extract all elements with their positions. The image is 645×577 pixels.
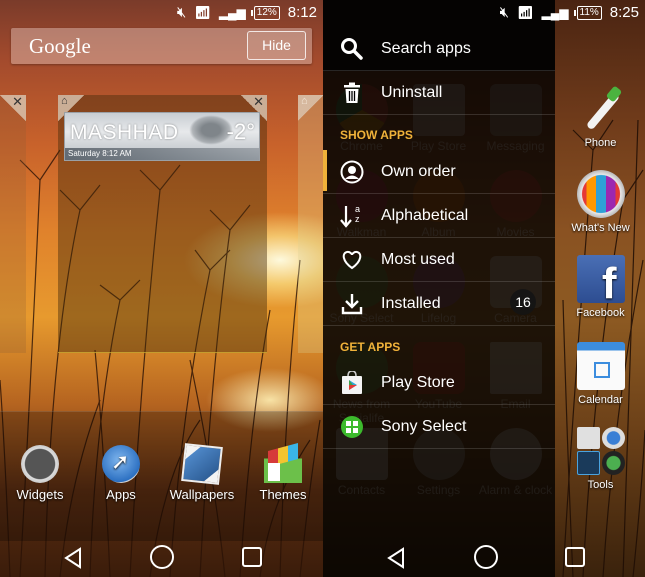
svg-text:z: z [355, 214, 360, 224]
sync-icon [601, 427, 625, 449]
uninstall-button[interactable]: Uninstall [323, 71, 555, 115]
play-store-icon [323, 370, 381, 395]
search-apps-button[interactable]: Search apps [323, 27, 555, 71]
home-icon: ⌂ [301, 95, 308, 107]
menu-label: Installed [381, 294, 441, 312]
wifi-icon: 📶︎ [517, 4, 534, 20]
home-icon: ⌂ [61, 95, 68, 107]
dock-label: Apps [106, 487, 136, 502]
recent-apps-button[interactable] [242, 547, 262, 567]
svg-text:a: a [355, 204, 360, 214]
phone-icon [577, 85, 625, 133]
weather-date: Saturday 8:12 AM [65, 148, 259, 160]
tools-folder[interactable]: Tools [556, 427, 645, 491]
back-button[interactable] [385, 547, 415, 577]
search-icon [323, 37, 381, 61]
play-store-option[interactable]: Play Store [323, 361, 555, 405]
trash-icon [323, 82, 381, 104]
google-search-bar[interactable]: Google Hide [11, 28, 312, 64]
recent-apps-button[interactable] [565, 547, 585, 567]
show-apps-header: SHOW APPS [340, 128, 413, 142]
alphabetical-option[interactable]: az Alphabetical [323, 194, 555, 238]
navigation-bar [0, 537, 323, 577]
google-logo: Google [29, 34, 91, 58]
download-icon [323, 292, 381, 316]
apps-icon [102, 445, 140, 483]
weather-temperature: -2° [226, 119, 255, 144]
calendar-shortcut[interactable]: Calendar [556, 342, 645, 406]
home-button[interactable] [150, 545, 174, 569]
status-bar: 🔇︎ 📶︎ ▂▄▆ 11% 8:25 [323, 0, 645, 26]
dock-label: Themes [259, 487, 307, 502]
most-used-option[interactable]: Most used [323, 238, 555, 282]
qr-icon [576, 451, 600, 475]
shortcut-label: Tools [587, 479, 614, 491]
dock-label: Wallpapers [169, 487, 235, 502]
set-home-pane-button[interactable]: ⌂ [298, 95, 323, 121]
shortcut-label: What's New [571, 222, 630, 234]
get-apps-header: GET APPS [340, 340, 401, 354]
widgets-button[interactable]: Widgets [0, 445, 80, 502]
apps-button[interactable]: Apps [81, 445, 161, 502]
home-pane-left[interactable]: ✕ [0, 94, 26, 353]
clock: 8:25 [609, 4, 639, 21]
facebook-icon: f [576, 255, 625, 303]
wallpapers-button[interactable]: Wallpapers [162, 443, 242, 502]
menu-label: Uninstall [381, 83, 443, 101]
close-icon: ✕ [253, 94, 264, 109]
own-order-option[interactable]: Own order [323, 150, 555, 194]
battery-indicator: 11% [573, 5, 602, 20]
mute-icon: 🔇︎ [499, 4, 510, 21]
menu-label: Sony Select [381, 417, 467, 435]
facebook-shortcut[interactable]: f Facebook [556, 255, 645, 319]
hide-button[interactable]: Hide [247, 31, 306, 60]
menu-label: Most used [381, 250, 455, 268]
status-bar: 🔇︎ 📶︎ ▂▄▆ 12% 8:12 [0, 0, 323, 26]
close-pane-button[interactable]: ✕ [0, 94, 26, 121]
back-icon [64, 547, 81, 569]
shortcut-label: Calendar [578, 394, 623, 406]
sony-select-option[interactable]: Sony Select [323, 405, 555, 449]
edit-mode-dock: Widgets Apps Wallpapers Themes [0, 411, 323, 541]
mute-icon: 🔇︎ [176, 4, 187, 21]
home-screen-edit-mode: 🔇︎ 📶︎ ▂▄▆ 12% 8:12 Google Hide ✕ ⌂ ✕ ⌂ M… [0, 0, 323, 577]
app-drawer-screen: Chrome Play Store Messaging Walkman Albu… [323, 0, 645, 577]
battery-indicator: 12% [250, 5, 280, 20]
whats-new-shortcut[interactable]: What's New [556, 170, 645, 234]
calendar-icon [576, 342, 625, 390]
tools-folder-icon [576, 427, 625, 475]
whats-new-icon [576, 170, 625, 218]
home-button[interactable] [474, 545, 498, 569]
calculator-icon [576, 427, 600, 449]
shortcut-label: Phone [584, 137, 617, 149]
menu-label: Own order [381, 162, 456, 180]
navigation-bar [323, 537, 645, 577]
camera-notification-badge: 16 [510, 289, 536, 315]
wifi-icon: 📶︎ [194, 4, 211, 20]
back-icon [387, 547, 404, 569]
download-manager-icon [601, 451, 625, 475]
close-icon: ✕ [12, 94, 23, 109]
widgets-icon [21, 445, 59, 483]
weather-city: MASHHAD [70, 121, 179, 144]
shortcut-label: Facebook [576, 307, 625, 319]
themes-button[interactable]: Themes [243, 445, 323, 502]
phone-shortcut[interactable]: Phone [556, 85, 645, 149]
home-pane-right[interactable]: ⌂ [298, 95, 323, 353]
dock-label: Widgets [16, 487, 64, 502]
back-button[interactable] [62, 547, 92, 577]
wallpapers-icon [181, 443, 223, 485]
weather-widget[interactable]: MASHHAD -2° Saturday 8:12 AM [64, 112, 260, 161]
signal-icon: ▂▄▆ [218, 5, 246, 20]
menu-label: Play Store [381, 373, 455, 391]
sony-select-icon [323, 415, 381, 439]
person-icon [323, 160, 381, 184]
menu-label: Alphabetical [381, 206, 469, 224]
clock: 8:12 [287, 4, 317, 21]
heart-icon [323, 249, 381, 271]
sort-az-icon: az [323, 203, 381, 229]
signal-icon: ▂▄▆ [541, 5, 569, 20]
themes-icon [264, 445, 302, 483]
menu-label: Search apps [381, 39, 471, 57]
